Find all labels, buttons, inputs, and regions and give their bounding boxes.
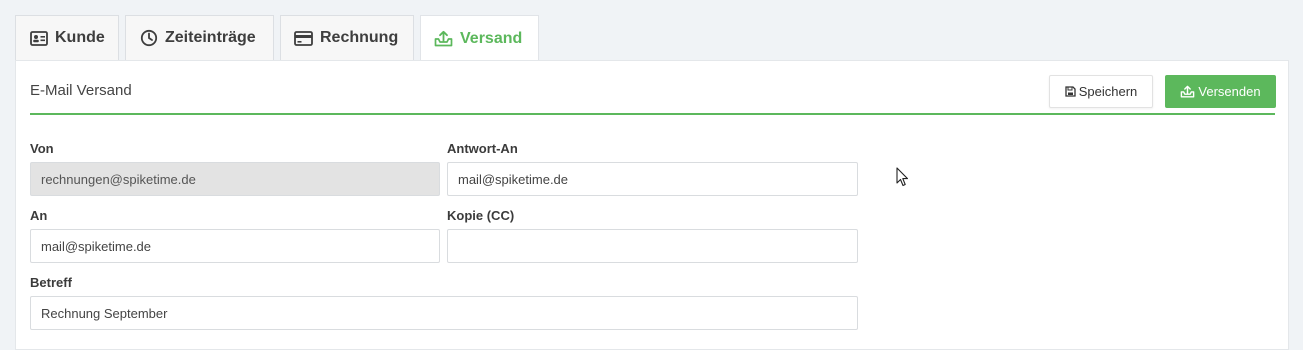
antwort-an-label: Antwort-An [447, 141, 518, 156]
save-button[interactable]: Speichern [1049, 75, 1153, 108]
credit-card-icon [294, 29, 313, 48]
send-button[interactable]: Versenden [1165, 75, 1276, 108]
tab-label: Rechnung [320, 29, 399, 46]
betreff-field[interactable] [30, 296, 858, 330]
tab-label: Zeiteinträge [165, 29, 256, 46]
kopie-cc-label: Kopie (CC) [447, 208, 515, 223]
antwort-an-field[interactable] [447, 162, 858, 196]
kopie-cc-field[interactable] [447, 229, 858, 263]
email-versand-panel: E-Mail Versand Speichern Versenden Von A… [15, 60, 1289, 350]
floppy-disk-icon [1065, 86, 1076, 97]
tab-versand[interactable]: Versand [420, 15, 539, 61]
tab-label: Kunde [55, 29, 105, 46]
panel-title: E-Mail Versand [30, 82, 132, 99]
tab-zeiteintraege[interactable]: Zeiteinträge [125, 15, 274, 60]
save-button-label: Speichern [1078, 84, 1138, 99]
tab-label: Versand [460, 29, 523, 47]
von-label: Von [30, 141, 54, 156]
an-label: An [30, 208, 48, 223]
von-field[interactable] [30, 162, 440, 196]
clock-icon [139, 29, 158, 48]
address-card-icon [29, 29, 48, 48]
send-button-label: Versenden [1198, 84, 1261, 99]
tab-rechnung[interactable]: Rechnung [280, 15, 414, 60]
mouse-pointer-icon [896, 167, 909, 187]
tab-kunde[interactable]: Kunde [15, 15, 119, 60]
betreff-label: Betreff [30, 275, 72, 290]
an-field[interactable] [30, 229, 440, 263]
tray-upload-icon [1180, 85, 1195, 98]
panel-divider [30, 113, 1275, 115]
tray-upload-icon [434, 29, 453, 48]
